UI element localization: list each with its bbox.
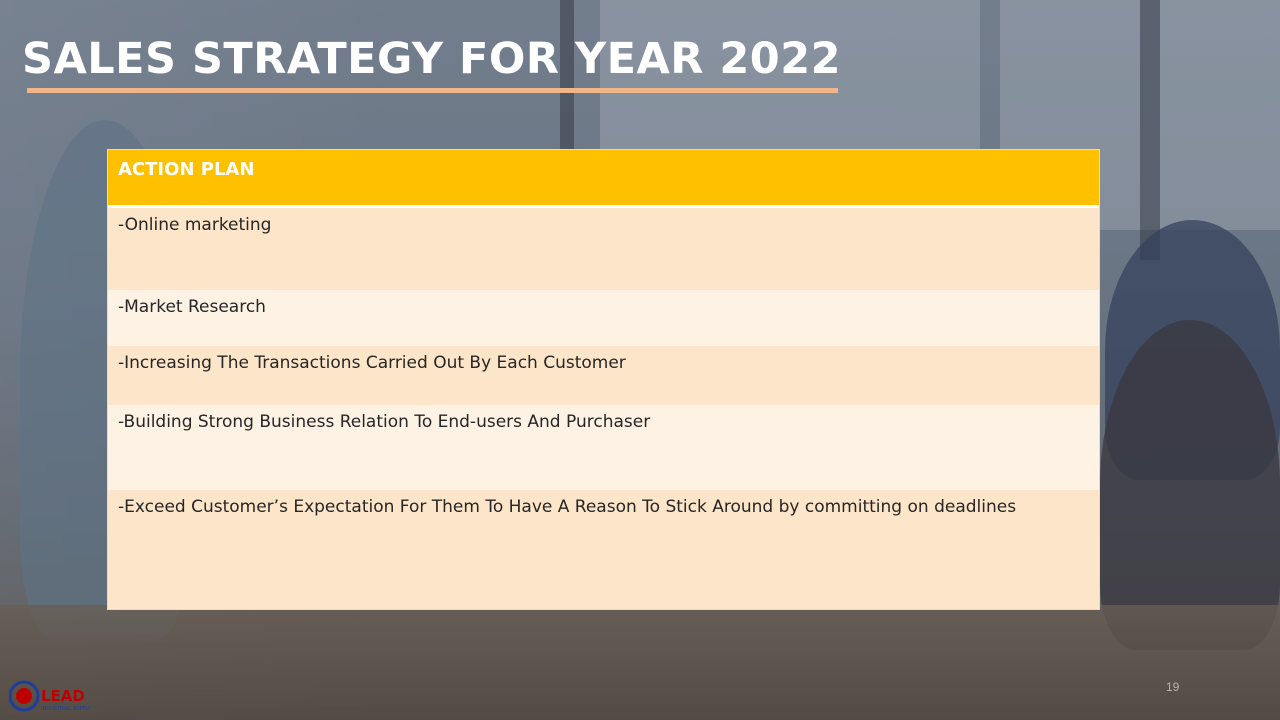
action-plan-row: -Market Research: [108, 290, 1099, 346]
slide-number: 19: [1166, 680, 1180, 694]
action-plan-row: -Exceed Customer’s Expectation For Them …: [108, 490, 1099, 609]
action-plan-row: -Increasing The Transactions Carried Out…: [108, 346, 1099, 405]
svg-text:INDUSTRIAL SUPPLY: INDUSTRIAL SUPPLY: [41, 706, 92, 712]
action-plan-row: -Online marketing: [108, 208, 1099, 290]
title-underline: [27, 88, 838, 93]
action-plan-table: ACTION PLAN -Online marketing -Market Re…: [107, 149, 1100, 610]
action-plan-header: ACTION PLAN: [108, 150, 1099, 208]
svg-text:LEAD: LEAD: [41, 687, 85, 705]
action-plan-row: -Building Strong Business Relation To En…: [108, 405, 1099, 490]
slide-title: SALES STRATEGY FOR YEAR 2022: [22, 34, 842, 84]
lead-logo: LEAD INDUSTRIAL SUPPLY: [9, 680, 92, 712]
